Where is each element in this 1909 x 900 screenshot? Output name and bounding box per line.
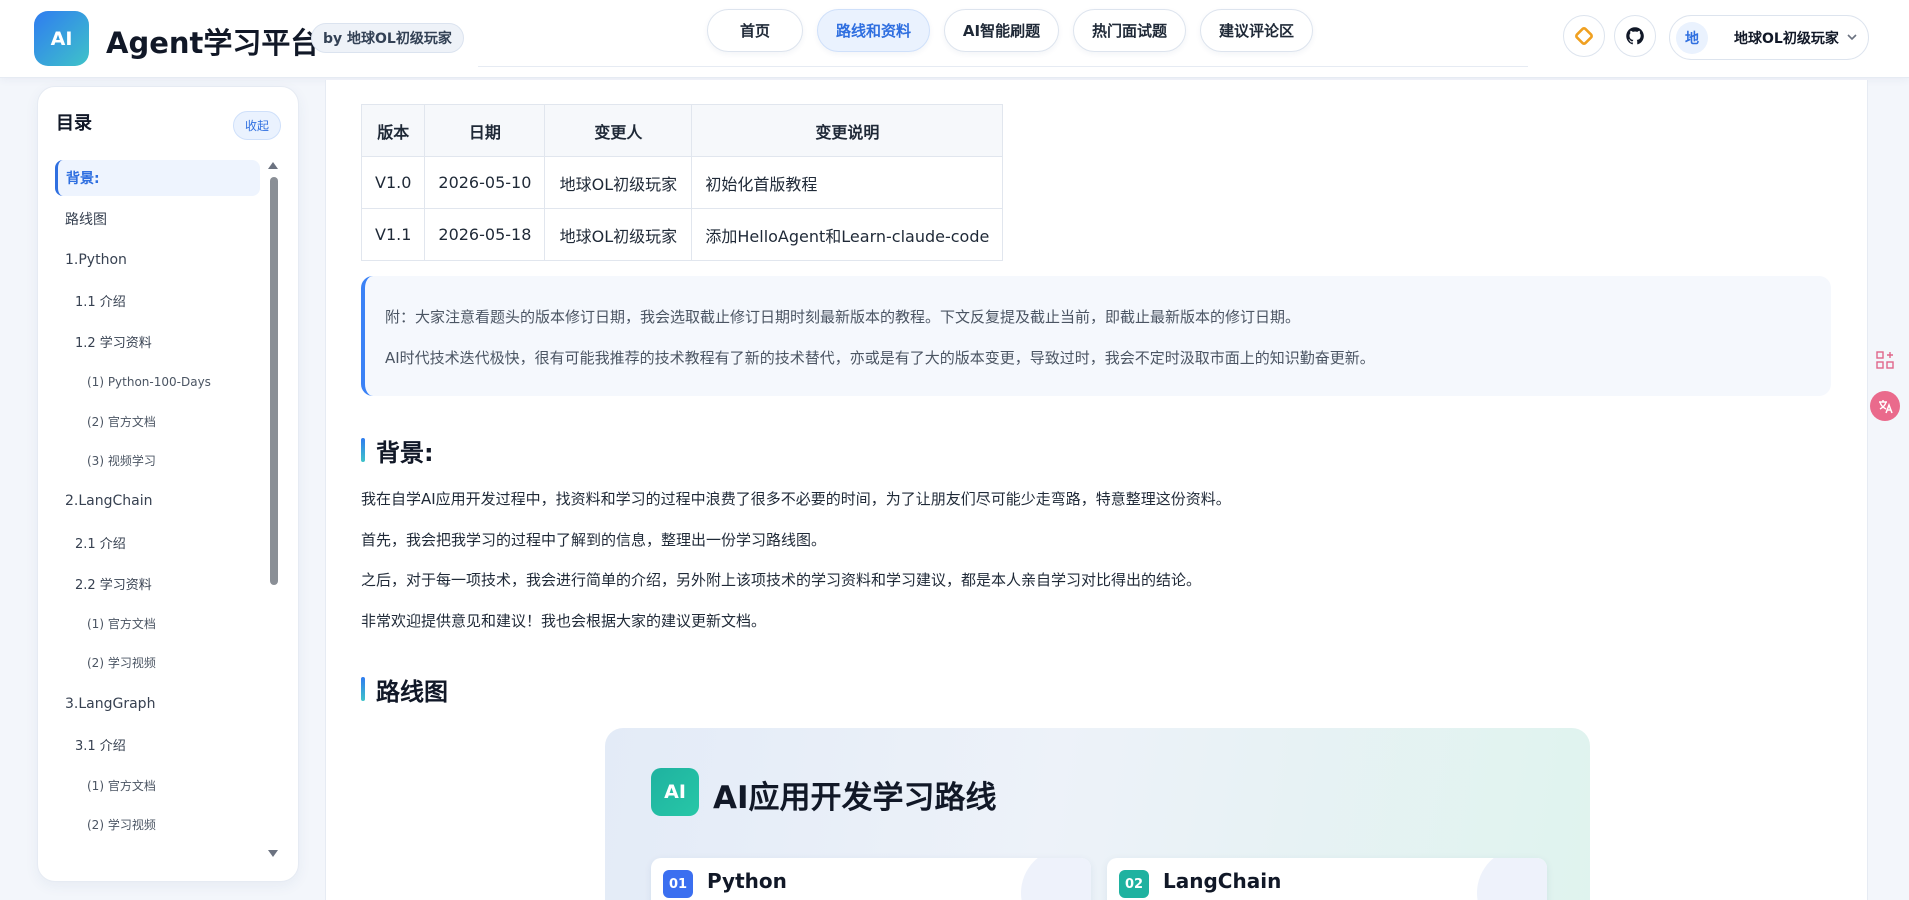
toc-sidebar: 目录 收起 背景: 路线图 1.Python 1.1 介绍 1.2 学习资料 (… [37, 86, 299, 882]
toc-item-langgraph-intro[interactable]: 3.1 介绍 [55, 726, 260, 762]
nav-divider [478, 66, 1528, 67]
background-paragraph-1: 我在自学AI应用开发过程中，找资料和学习的过程中浪费了很多不必要的时间，为了让朋… [361, 490, 1231, 508]
table-row: V1.1 2026-05-18 地球OL初级玩家 添加HelloAgent和Le… [360, 208, 1004, 261]
toc-item-langgraph-video[interactable]: (2) 学习视频 [55, 806, 260, 842]
apps-icon [1876, 351, 1894, 369]
scroll-down-arrow[interactable] [268, 850, 278, 857]
step-name: LangChain [1163, 869, 1282, 893]
note-line-1: 附：大家注意看题头的版本修订日期，我会选取截止修订日期时刻最新版本的教程。下文反… [385, 308, 1301, 326]
card-decoration [1477, 858, 1547, 900]
toc-item-python-100-days[interactable]: (1) Python-100-Days [55, 364, 260, 400]
sidebar-scrollbar[interactable] [270, 177, 278, 585]
toc-item-roadmap[interactable]: 路线图 [55, 201, 260, 237]
toc-title: 目录 [56, 113, 92, 134]
col-description: 变更说明 [691, 104, 1004, 157]
toc-item-python-docs[interactable]: (2) 官方文档 [55, 403, 260, 439]
toc-item-python-video[interactable]: (3) 视频学习 [55, 442, 260, 478]
nav-feedback[interactable]: 建议评论区 [1200, 9, 1313, 52]
toc-item-python-resources[interactable]: 1.2 学习资料 [55, 323, 260, 359]
heading-accent-bar [361, 438, 365, 462]
background-paragraph-2: 首先，我会把我学习的过程中了解到的信息，整理出一份学习路线图。 [361, 531, 827, 549]
scroll-up-arrow[interactable] [268, 162, 278, 169]
section-heading-background: 背景: [361, 434, 434, 467]
cell-date: 2026-05-10 [424, 156, 546, 209]
heading-text: 背景: [376, 438, 434, 467]
cell-description: 初始化首版教程 [691, 156, 1004, 209]
step-number: 01 [663, 870, 693, 898]
translate-icon [1879, 400, 1893, 414]
roadmap-card: AI AI应用开发学习路线 01 Python 02 LangChain [605, 728, 1590, 900]
app-title: Agent学习平台 [106, 26, 320, 60]
version-table: 版本 日期 变更人 变更说明 V1.0 2026-05-10 地球OL初级玩家 … [360, 104, 1004, 261]
roadmap-title: AI应用开发学习路线 [713, 780, 997, 816]
collapse-button[interactable]: 收起 [233, 111, 281, 140]
diamond-icon [1575, 27, 1593, 45]
step-number: 02 [1119, 870, 1149, 898]
cell-author: 地球OL初级玩家 [544, 208, 693, 261]
avatar: 地 [1676, 22, 1708, 54]
col-version: 版本 [360, 104, 426, 157]
user-name: 地球OL初级玩家 [1734, 31, 1839, 47]
roadmap-step-langchain[interactable]: 02 LangChain [1107, 858, 1547, 900]
github-button[interactable] [1614, 15, 1656, 57]
card-decoration [1021, 858, 1091, 900]
toc-item-langgraph-docs[interactable]: (1) 官方文档 [55, 767, 260, 803]
background-paragraph-4: 非常欢迎提供意见和建议！我也会根据大家的建议更新文档。 [361, 612, 767, 630]
toc-item-python-intro[interactable]: 1.1 介绍 [55, 282, 260, 318]
step-name: Python [707, 869, 787, 893]
cell-date: 2026-05-18 [424, 208, 546, 261]
table-header-row: 版本 日期 变更人 变更说明 [360, 104, 1004, 157]
section-heading-roadmap: 路线图 [361, 673, 448, 706]
user-menu[interactable]: 地 地球OL初级玩家 [1669, 15, 1869, 60]
col-author: 变更人 [544, 104, 693, 157]
toc-item-background[interactable]: 背景: [55, 160, 260, 196]
background-paragraph-3: 之后，对于每一项技术，我会进行简单的介绍，另外附上该项技术的学习资料和学习建议，… [361, 571, 1202, 589]
toc-item-langchain[interactable]: 2.LangChain [55, 483, 260, 519]
nav-roadmap[interactable]: 路线和资料 [817, 9, 930, 52]
cell-description: 添加HelloAgent和Learn-claude-code [691, 208, 1004, 261]
note-callout: 附：大家注意看题头的版本修订日期，我会选取截止修订日期时刻最新版本的教程。下文反… [361, 276, 1831, 396]
top-header: AI Agent学习平台 by 地球OL初级玩家 首页 路线和资料 AI智能刷题… [0, 0, 1909, 78]
apps-button[interactable] [1870, 345, 1900, 375]
theme-button[interactable] [1563, 15, 1605, 57]
author-badge: by 地球OL初级玩家 [311, 23, 464, 53]
toc-item-python[interactable]: 1.Python [55, 242, 260, 278]
nav-home[interactable]: 首页 [707, 9, 803, 52]
roadmap-badge: AI [651, 768, 699, 816]
toc-item-langchain-resources[interactable]: 2.2 学习资料 [55, 565, 260, 601]
github-icon [1626, 27, 1644, 45]
nav-interview[interactable]: 热门面试题 [1073, 9, 1186, 52]
toc-item-langchain-video[interactable]: (2) 学习视频 [55, 644, 260, 680]
main-content: 版本 日期 变更人 变更说明 V1.0 2026-05-10 地球OL初级玩家 … [325, 80, 1868, 900]
heading-accent-bar [361, 677, 365, 701]
table-row: V1.0 2026-05-10 地球OL初级玩家 初始化首版教程 [360, 156, 1004, 209]
cell-version: V1.1 [360, 208, 426, 261]
col-date: 日期 [424, 104, 546, 157]
app-logo[interactable]: AI [34, 11, 89, 66]
cell-version: V1.0 [360, 156, 426, 209]
cell-author: 地球OL初级玩家 [544, 156, 693, 209]
nav-ai-practice[interactable]: AI智能刷题 [944, 9, 1059, 52]
heading-text: 路线图 [376, 677, 448, 706]
note-line-2: AI时代技术迭代极快，很有可能我推荐的技术教程有了新的技术替代，亦或是有了大的版… [385, 349, 1375, 367]
toc-item-langchain-docs[interactable]: (1) 官方文档 [55, 605, 260, 641]
toc-item-langchain-intro[interactable]: 2.1 介绍 [55, 524, 260, 560]
translate-button[interactable] [1870, 391, 1900, 421]
roadmap-step-python[interactable]: 01 Python [651, 858, 1091, 900]
chevron-down-icon [1847, 34, 1857, 41]
toc-item-langgraph[interactable]: 3.LangGraph [55, 686, 260, 722]
